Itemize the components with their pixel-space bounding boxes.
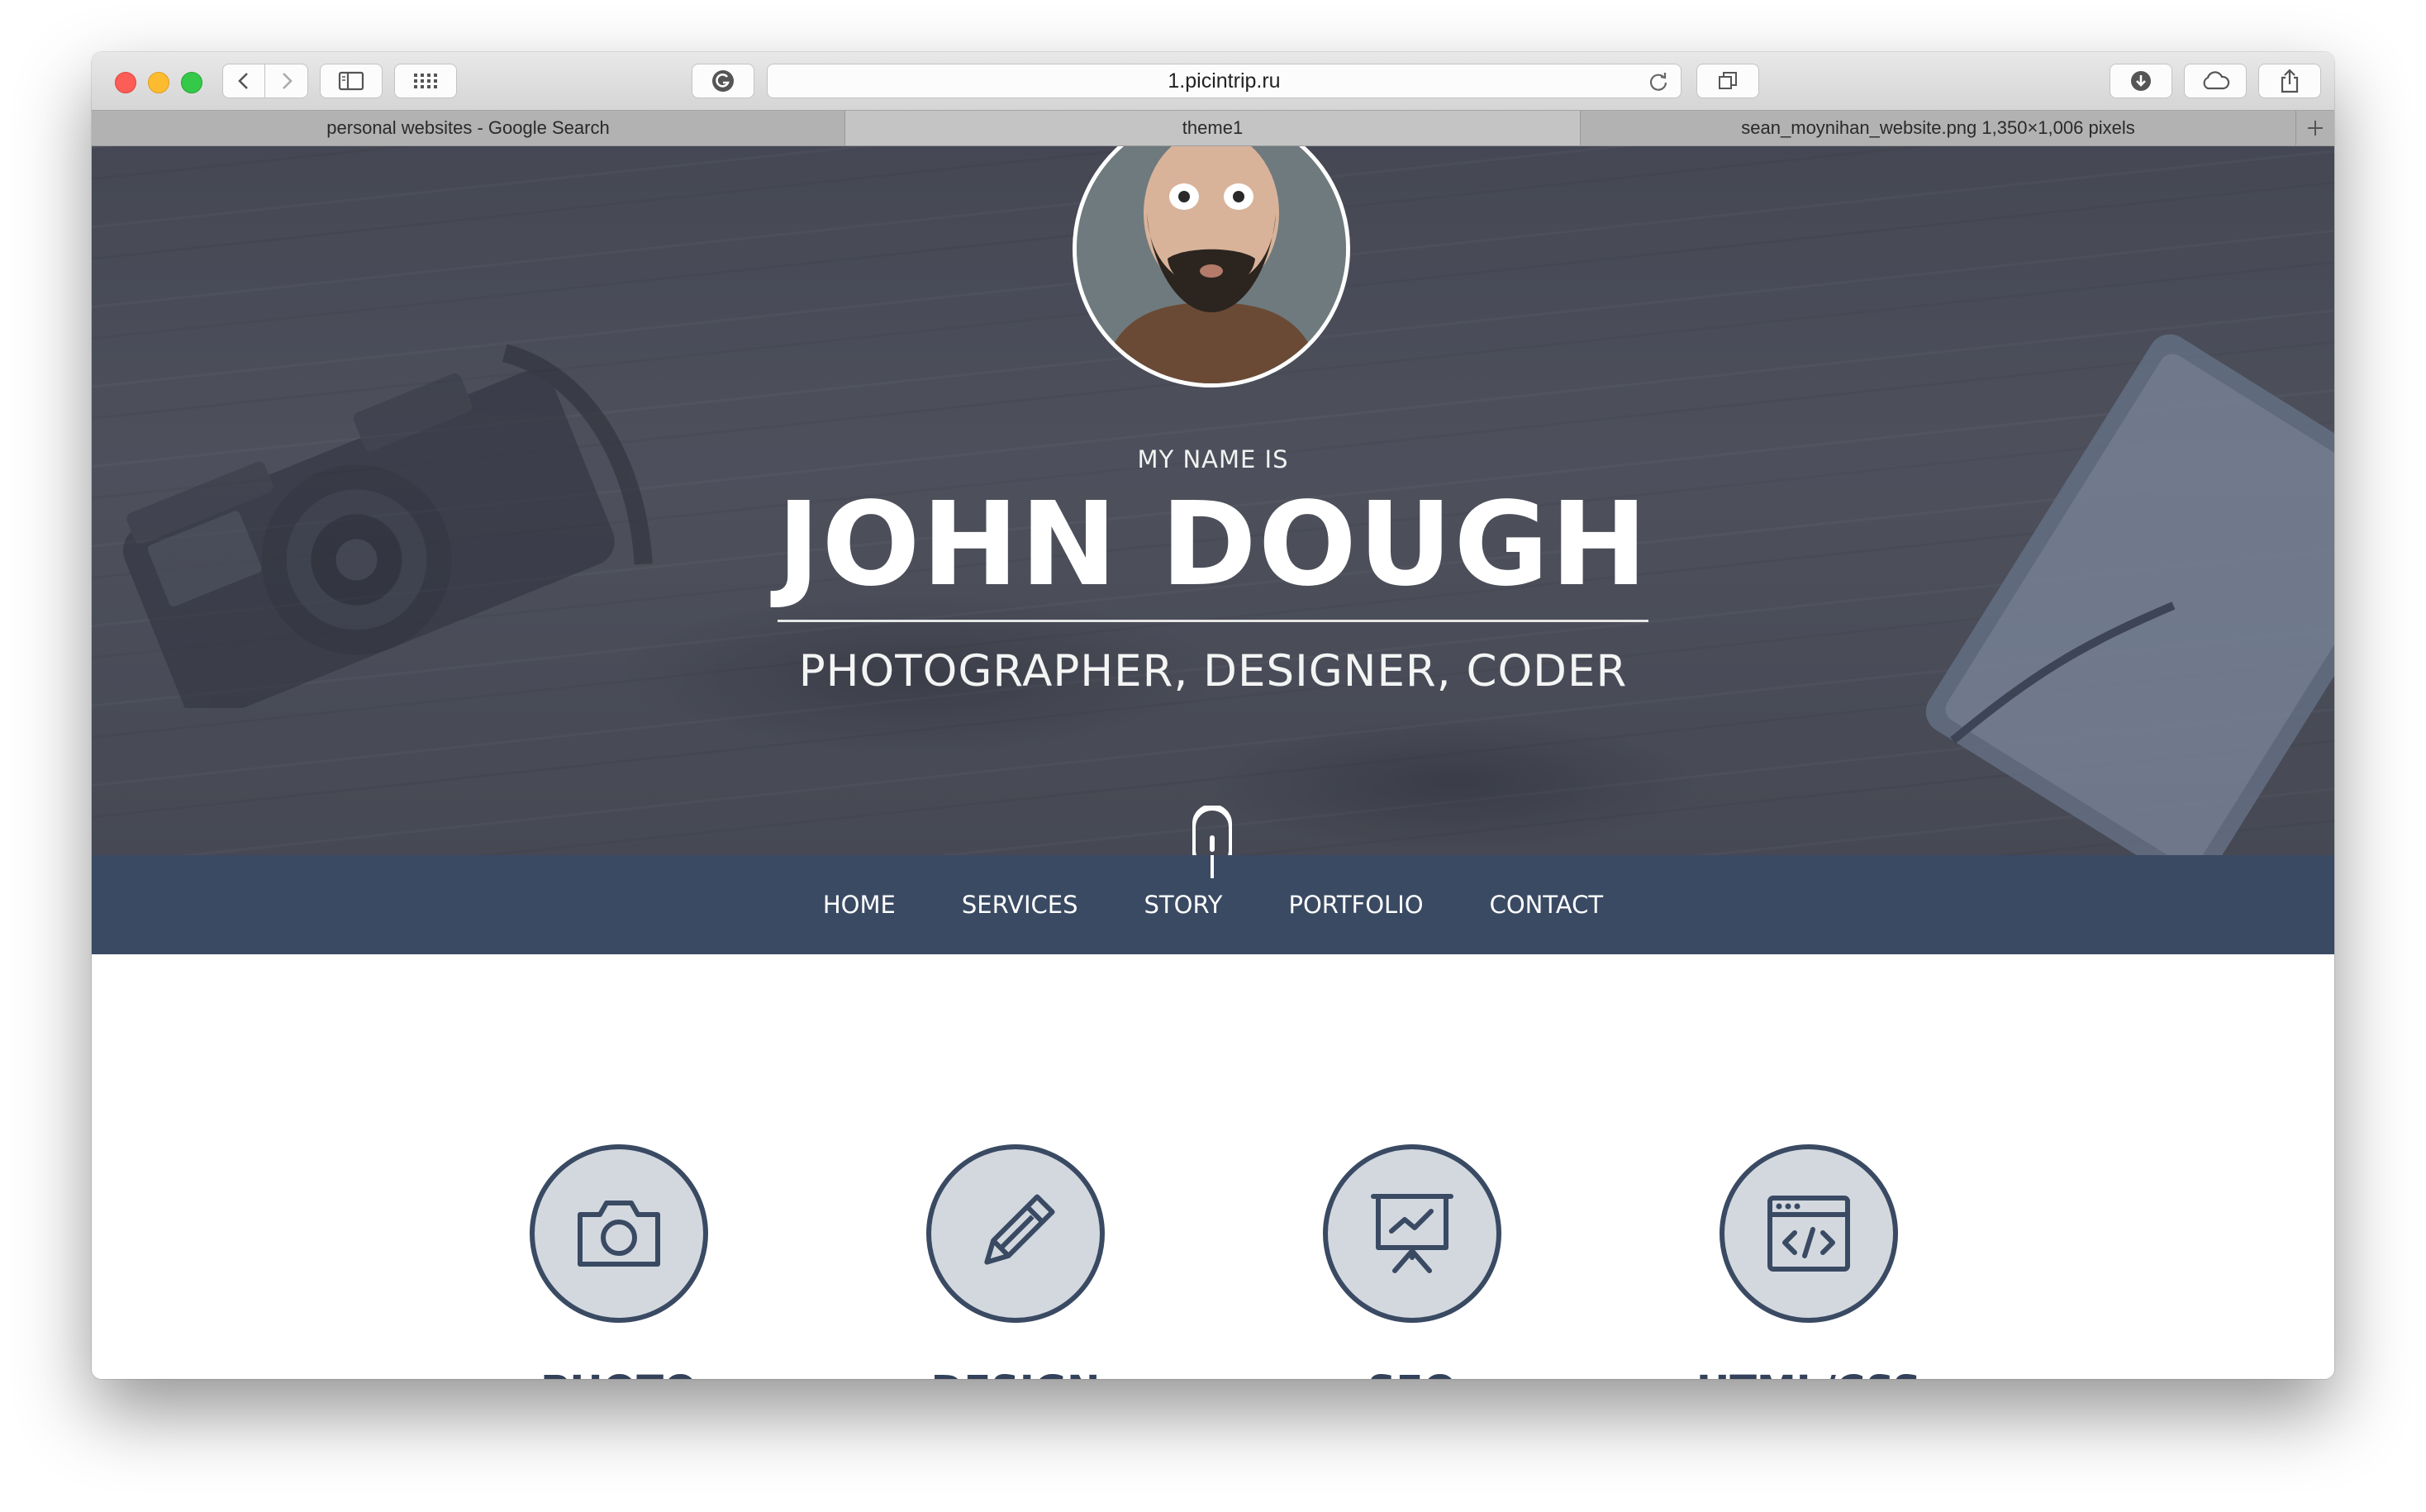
nav-portfolio[interactable]: PORTFOLIO xyxy=(1288,891,1423,919)
tab-label: sean_moynihan_website.png 1,350×1,006 pi… xyxy=(1741,117,2135,138)
downloads-button[interactable] xyxy=(2110,64,2172,98)
forward-button[interactable] xyxy=(265,64,308,98)
scroll-indicator-line xyxy=(1211,855,1214,878)
back-button[interactable] xyxy=(222,64,265,98)
tab-label: personal websites - Google Search xyxy=(326,117,610,138)
reload-icon[interactable] xyxy=(1648,71,1669,93)
new-tab-button[interactable] xyxy=(2295,111,2334,145)
hero-name: JOHN DOUGH xyxy=(777,478,1649,612)
presentation-chart-icon xyxy=(1371,1194,1453,1273)
profile-photo xyxy=(1077,146,1346,383)
service-label: SEO xyxy=(1263,1367,1561,1379)
nav-home[interactable]: HOME xyxy=(823,891,896,919)
service-design[interactable]: DESIGN xyxy=(867,1144,1164,1379)
sidebar-toggle-button[interactable] xyxy=(320,64,383,98)
service-photo[interactable]: PHOTO xyxy=(470,1144,768,1379)
sidebar-icon xyxy=(338,71,364,91)
address-bar[interactable]: 1.picintrip.ru xyxy=(767,64,1682,98)
tab-google-search[interactable]: personal websites - Google Search xyxy=(92,111,845,145)
cloud-icon xyxy=(2203,71,2230,90)
tab-label: theme1 xyxy=(1182,117,1244,138)
service-icon-circle xyxy=(530,1144,708,1323)
hero-section: MY NAME IS JOHN DOUGH PHOTOGRAPHER, DESI… xyxy=(92,146,2334,855)
extension-button[interactable] xyxy=(692,64,754,98)
camera-icon xyxy=(578,1201,660,1267)
plus-icon xyxy=(2308,121,2323,136)
nav-contact[interactable]: CONTACT xyxy=(1490,891,1604,919)
zoom-window-button[interactable] xyxy=(181,72,202,93)
service-label: DESIGN xyxy=(867,1367,1164,1379)
browser-window: 1.picintrip.ru personal websites - Googl… xyxy=(92,52,2334,1379)
duplicate-tab-icon xyxy=(1719,72,1737,89)
close-window-button[interactable] xyxy=(115,72,136,93)
service-label: PHOTO xyxy=(470,1367,768,1379)
tab-image[interactable]: sean_moynihan_website.png 1,350×1,006 pi… xyxy=(1581,111,2296,145)
grid-icon xyxy=(414,74,437,88)
service-seo[interactable]: SEO xyxy=(1263,1144,1561,1379)
share-icon xyxy=(2281,69,2299,93)
new-window-button[interactable] xyxy=(1696,64,1759,98)
download-icon xyxy=(2131,71,2151,91)
hero-divider xyxy=(778,620,1648,622)
service-icon-circle xyxy=(1720,1144,1898,1323)
url-text: 1.picintrip.ru xyxy=(1168,69,1281,93)
hero-subtitle: PHOTOGRAPHER, DESIGNER, CODER xyxy=(798,646,1628,697)
pencil-icon xyxy=(984,1194,1055,1265)
tab-overview-button[interactable] xyxy=(394,64,457,98)
tab-bar: personal websites - Google Search theme1… xyxy=(92,110,2334,146)
nav-story[interactable]: STORY xyxy=(1144,891,1223,919)
tab-theme1[interactable]: theme1 xyxy=(845,111,1581,145)
service-icon-circle xyxy=(1323,1144,1501,1323)
service-label: HTML/CSS xyxy=(1660,1367,1957,1379)
chevron-right-icon xyxy=(282,73,293,89)
service-icon-circle xyxy=(926,1144,1105,1323)
code-window-icon xyxy=(1767,1196,1850,1272)
browser-toolbar: 1.picintrip.ru xyxy=(92,52,2334,110)
hero-intro: MY NAME IS xyxy=(1137,445,1289,473)
share-button[interactable] xyxy=(2258,64,2321,98)
services-section: PHOTO DESIGN xyxy=(92,954,2334,1379)
grammarly-icon xyxy=(712,70,734,92)
minimize-window-button[interactable] xyxy=(148,72,169,93)
icloud-tabs-button[interactable] xyxy=(2184,64,2247,98)
nav-services[interactable]: SERVICES xyxy=(962,891,1078,919)
service-html-css[interactable]: HTML/CSS xyxy=(1660,1144,1957,1379)
chevron-left-icon xyxy=(238,73,248,89)
